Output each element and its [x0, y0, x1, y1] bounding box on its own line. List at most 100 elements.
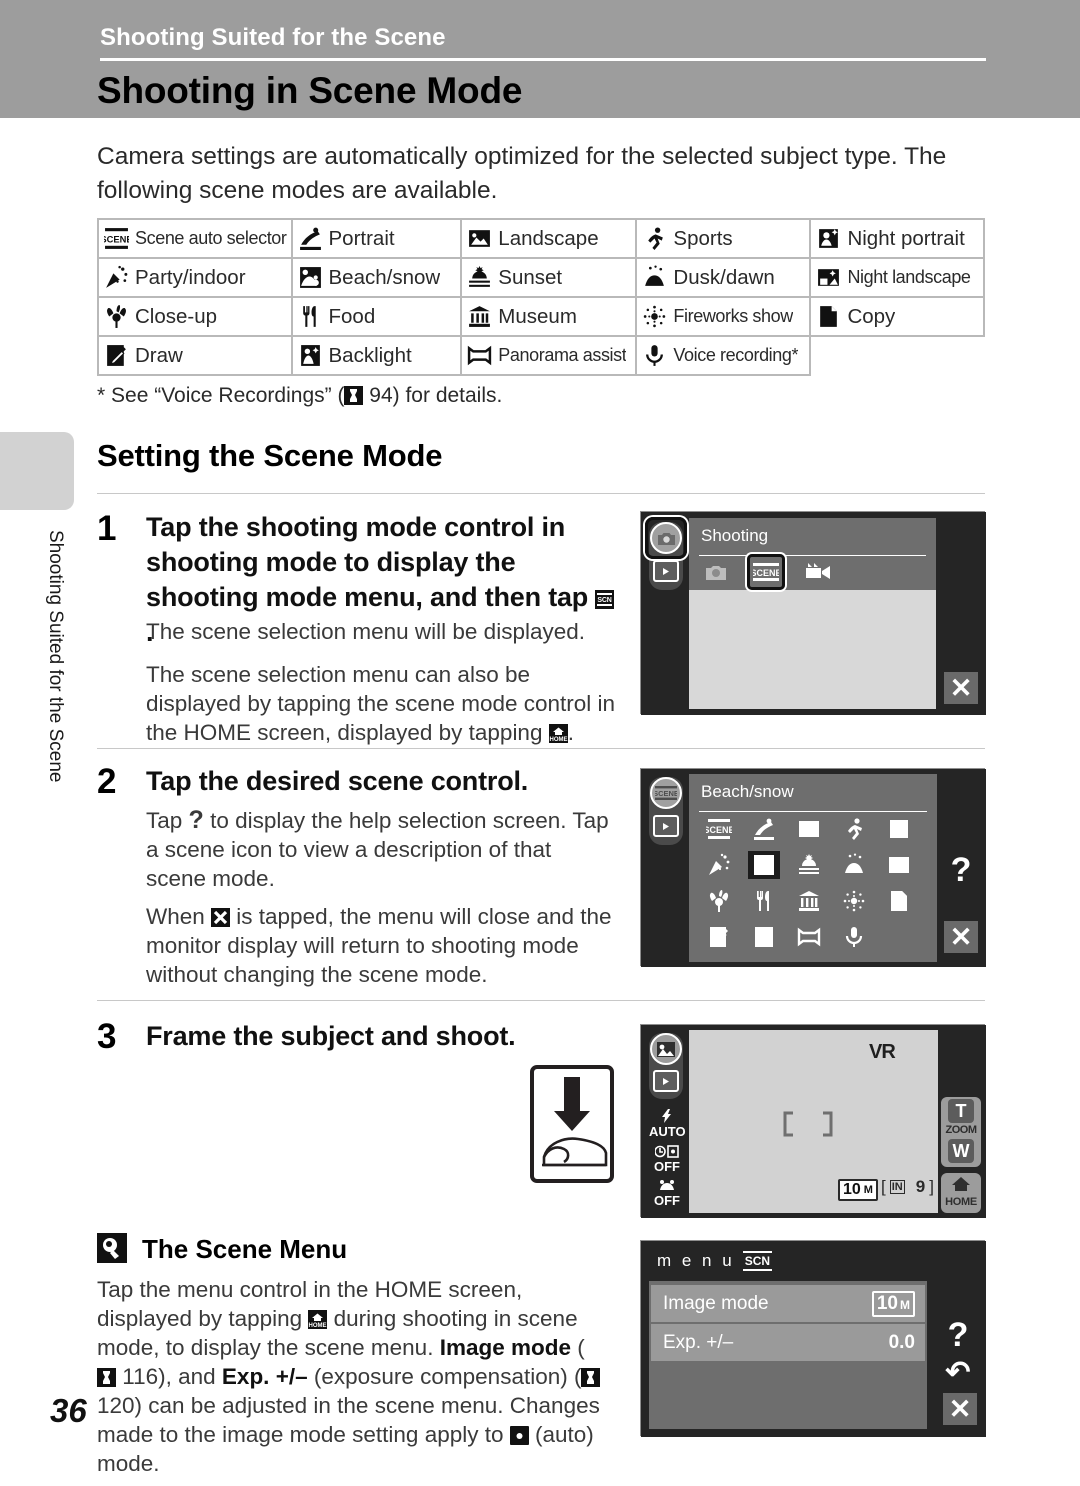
mode-icon-camera-auto[interactable] [703, 559, 729, 585]
sunset-icon [796, 853, 822, 877]
scene-grid-dusk-dawn[interactable] [838, 851, 870, 879]
table-cell-museum: Museum [460, 296, 638, 337]
intro-paragraph: Camera settings are automatically optimi… [97, 143, 947, 204]
scene-grid-draw[interactable] [703, 923, 735, 951]
voice-recording-icon [642, 343, 667, 368]
scene-icon-grid[interactable]: SCENE [703, 815, 931, 959]
section-title: Setting the Scene Mode [97, 438, 443, 473]
scene-grid-copy[interactable] [883, 887, 915, 915]
scene-grid-sunset[interactable] [793, 851, 825, 879]
zoom-wide-button[interactable]: W [948, 1139, 974, 1163]
scene-mode-selection-ring [747, 554, 785, 590]
svg-text:SCENE: SCENE [655, 789, 677, 798]
table-row: Party/indoor Beach/snow Sunset Dusk/dawn Nig… [97, 257, 985, 298]
scene-badge-icon: SCN [595, 590, 615, 609]
step-2-body-1-before: Tap [146, 808, 189, 833]
playback-button[interactable] [653, 560, 679, 582]
close-button[interactable]: ✕ [944, 672, 978, 704]
scene-grid-close-up[interactable] [703, 887, 735, 915]
screen1-title: Shooting [689, 518, 936, 554]
home-label: HOME [945, 1196, 977, 1208]
beach-snow-icon [751, 853, 777, 877]
night-landscape-icon [816, 265, 841, 290]
table-cell-food: Food [290, 296, 463, 337]
step-1-body-2: The scene selection menu can also be dis… [146, 660, 626, 747]
scene-grid-party-indoor[interactable] [703, 851, 735, 879]
mode-icon-movie[interactable] [804, 559, 834, 585]
focus-area-brackets [783, 1111, 833, 1137]
scene-grid-sports[interactable] [838, 815, 870, 843]
scene-grid-night-landscape[interactable] [883, 851, 915, 879]
scene-grid-beach-snow[interactable] [748, 851, 780, 879]
step-1-body-2-after: . [567, 720, 574, 745]
landscape-icon [796, 817, 822, 841]
scene-grid-panorama-assist[interactable] [793, 923, 825, 951]
screen1-rule [699, 555, 926, 556]
food-icon [298, 304, 323, 329]
menu-header: m e n u SCN [657, 1251, 773, 1271]
scene-mode-button[interactable]: SCENE [650, 777, 682, 809]
table-cell-scene-auto-selector: SCENE Scene auto selector [97, 218, 293, 259]
close-up-icon [706, 889, 732, 913]
scene-grid-fireworks[interactable] [838, 887, 870, 915]
help-button[interactable]: ? [946, 853, 976, 887]
table-cell-label: Draw [135, 343, 183, 367]
scene-grid-food[interactable] [748, 887, 780, 915]
macro-indicator: OFF [649, 1179, 685, 1211]
close-icon: ✕ [949, 921, 973, 952]
night-portrait-icon [816, 226, 841, 251]
close-x-icon [211, 908, 231, 927]
menu-word: m e n u [657, 1251, 735, 1270]
step-2-body-1-after: to display the help selection screen. Ta… [146, 808, 609, 891]
footnote-before: * See “Voice Recordings” ( [97, 384, 345, 407]
museum-icon [796, 889, 822, 913]
footnote: * See “Voice Recordings” ( 94) for detai… [97, 384, 957, 408]
zoom-tele-button[interactable]: T [948, 1099, 974, 1123]
table-cell-label: Backlight [328, 343, 412, 367]
table-cell-label: Night landscape [847, 267, 971, 287]
camera-auto-icon [509, 1426, 529, 1445]
fireworks-icon [841, 889, 867, 913]
close-button[interactable]: ✕ [944, 921, 978, 953]
playback-button[interactable] [653, 1070, 679, 1092]
food-icon [751, 889, 777, 913]
home-icon: HOME [548, 724, 568, 743]
playback-button[interactable] [653, 815, 679, 837]
scene-grid-portrait[interactable] [748, 815, 780, 843]
menu-row-exposure[interactable]: Exp. +/– 0.0 [651, 1324, 925, 1361]
scene-auto-selector-icon: SCENE [104, 226, 129, 251]
divider-1 [97, 493, 985, 494]
beach-snow-icon [298, 265, 323, 290]
home-button[interactable]: HOME [941, 1173, 981, 1213]
macro-off-label: OFF [654, 1193, 680, 1208]
backlight-icon [751, 925, 777, 949]
close-button[interactable]: ✕ [943, 1393, 977, 1425]
scene-grid-backlight[interactable] [748, 923, 780, 951]
panorama-assist-icon [796, 925, 822, 949]
screen-scene-selection: Beach/snow SCENE SCENE ? ✕ [640, 768, 986, 967]
scene-mode-button[interactable] [650, 1033, 682, 1065]
flash-auto-label: AUTO [649, 1124, 686, 1139]
scene-grid-voice-recording[interactable] [838, 923, 870, 951]
scene-grid-museum[interactable] [793, 887, 825, 915]
zoom-control[interactable]: T ZOOM W [941, 1097, 981, 1167]
image-mode-value: 10 [843, 1181, 861, 1198]
scene-grid-landscape[interactable] [793, 815, 825, 843]
tip-seg-4: 116), and [116, 1364, 222, 1389]
table-cell-label: Party/indoor [135, 265, 246, 289]
table-cell-empty [810, 336, 984, 375]
page-ref-icon [344, 386, 364, 405]
flash-mode-indicator: AUTO [649, 1109, 686, 1141]
back-button[interactable]: ↶ [941, 1357, 975, 1389]
scene-grid-night-portrait[interactable] [883, 815, 915, 843]
help-icon: ? [188, 806, 204, 834]
scene-grid-scene-auto-selector[interactable]: SCENE [703, 815, 735, 843]
help-button[interactable]: ? [941, 1316, 975, 1354]
table-row: Close-up Food Museum Fireworks show Copy [97, 296, 985, 337]
question-mark-icon: ? [947, 1316, 969, 1354]
menu-row-image-mode-label: Image mode [663, 1292, 769, 1314]
screen-shooting-mode-menu: Shooting SCENE ✕ [640, 511, 986, 715]
menu-row-image-mode[interactable]: Image mode 10 M [651, 1285, 925, 1322]
table-cell-label: Night portrait [847, 226, 965, 250]
draw-icon [706, 925, 732, 949]
